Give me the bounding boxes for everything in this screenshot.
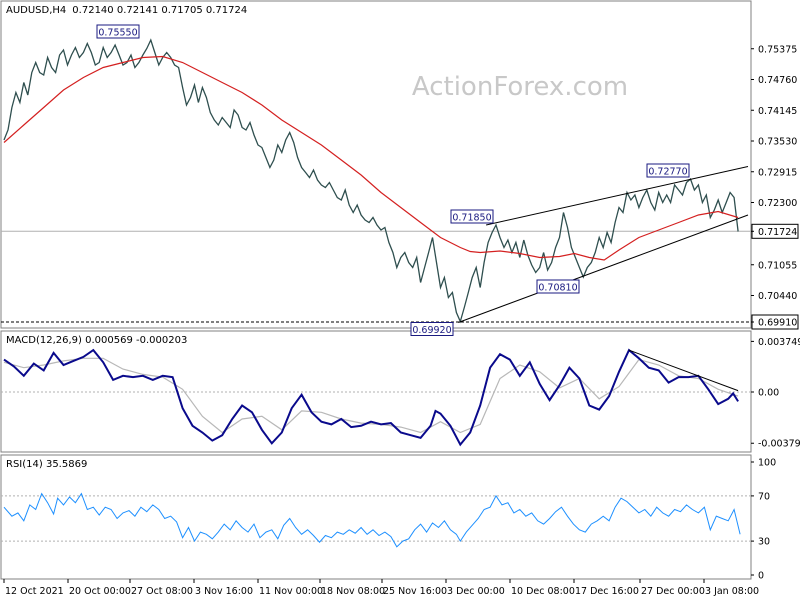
time-tick-label: 3 Jan 08:00 bbox=[705, 586, 759, 597]
macd-tick-label: 0.003749 bbox=[758, 337, 800, 348]
price-callout-label: 0.71850 bbox=[452, 213, 491, 224]
macd-tick-label: 0.00 bbox=[758, 388, 779, 399]
time-tick-label: 3 Nov 16:00 bbox=[195, 586, 253, 597]
price-callout-label: 0.70810 bbox=[538, 283, 577, 294]
price-tick-label: 0.72300 bbox=[758, 198, 797, 209]
price-callout-label: 0.72770 bbox=[648, 167, 687, 178]
time-tick-label: 18 Nov 08:00 bbox=[321, 586, 385, 597]
rsi-tick-label: 0 bbox=[758, 571, 764, 582]
price-callout-label: 0.75550 bbox=[98, 28, 137, 39]
time-tick-label: 10 Dec 08:00 bbox=[511, 586, 575, 597]
watermark: ActionForex.com bbox=[412, 72, 628, 102]
symbol-header: AUDUSD,H4 0.72140 0.72141 0.71705 0.71724 bbox=[6, 5, 247, 16]
time-tick-label: 12 Oct 2021 bbox=[5, 586, 64, 597]
price-tick-label: 0.71055 bbox=[758, 260, 797, 271]
rsi-tick-label: 70 bbox=[758, 491, 770, 502]
rsi-tick-label: 100 bbox=[758, 458, 776, 469]
macd-tick-label: -0.003796 bbox=[758, 439, 800, 450]
rsi-tick-label: 30 bbox=[758, 537, 770, 548]
price-tick-label: 0.70440 bbox=[758, 291, 797, 302]
rsi-header: RSI(14) 35.5869 bbox=[6, 459, 87, 470]
ohlc-values: 0.72140 0.72141 0.71705 0.71724 bbox=[72, 5, 247, 16]
time-tick-label: 27 Dec 00:00 bbox=[641, 586, 705, 597]
time-tick-label: 11 Nov 00:00 bbox=[259, 586, 323, 597]
price-tick-label: 0.72915 bbox=[758, 167, 797, 178]
price-tick-label: 0.69910 bbox=[758, 318, 797, 329]
time-tick-label: 17 Dec 16:00 bbox=[575, 586, 639, 597]
time-tick-label: 20 Oct 00:00 bbox=[69, 586, 131, 597]
time-tick-label: 25 Nov 16:00 bbox=[383, 586, 447, 597]
time-tick-label: 27 Oct 08:00 bbox=[131, 586, 193, 597]
price-tick-label: 0.75375 bbox=[758, 44, 797, 55]
macd-header: MACD(12,26,9) 0.000569 -0.000203 bbox=[6, 335, 187, 346]
time-tick-label: 3 Dec 00:00 bbox=[447, 586, 505, 597]
price-tick-label: 0.73530 bbox=[758, 137, 797, 148]
price-tick-label: 0.74760 bbox=[758, 75, 797, 86]
symbol-name: AUDUSD,H4 bbox=[6, 5, 66, 16]
chart-canvas: ActionForex.com AUDUSD,H4 0.72140 0.72141… bbox=[0, 0, 800, 600]
chart-window: ActionForex.com AUDUSD,H4 0.72140 0.72141… bbox=[0, 0, 800, 600]
price-callout-label: 0.69920 bbox=[412, 325, 451, 336]
price-tick-label: 0.74145 bbox=[758, 106, 797, 117]
price-tick-label: 0.71724 bbox=[758, 227, 797, 238]
